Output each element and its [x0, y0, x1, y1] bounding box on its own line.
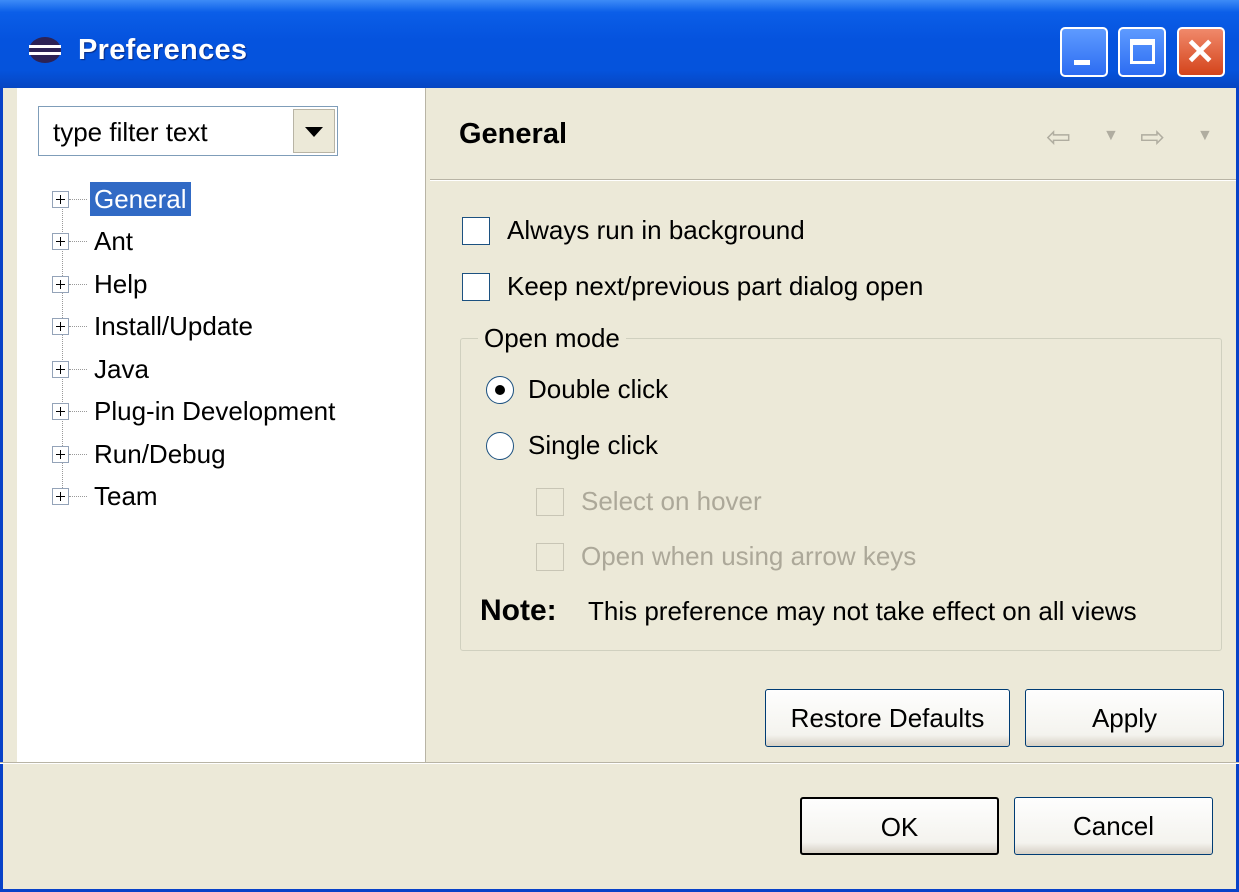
- tree-item-label[interactable]: Java: [90, 352, 153, 386]
- cancel-button[interactable]: Cancel: [1014, 797, 1213, 855]
- expand-icon[interactable]: [52, 446, 69, 463]
- tree-item-label[interactable]: Run/Debug: [90, 437, 230, 471]
- single-click-radio[interactable]: [486, 432, 514, 460]
- chevron-down-icon: [305, 127, 323, 137]
- double-click-radio[interactable]: [486, 376, 514, 404]
- tree-item-label[interactable]: Help: [90, 267, 151, 301]
- expand-icon[interactable]: [52, 276, 69, 293]
- minimize-icon: [1074, 60, 1090, 65]
- forward-arrow-icon[interactable]: ⇨: [1140, 120, 1165, 155]
- close-button[interactable]: ✕: [1177, 27, 1225, 77]
- filter-input[interactable]: type filter text: [53, 117, 208, 148]
- tree-item-label[interactable]: Plug-in Development: [90, 394, 339, 428]
- dialog-button-separator: [0, 762, 1239, 764]
- restore-defaults-button[interactable]: Restore Defaults: [765, 689, 1010, 747]
- select-on-hover-label: Select on hover: [581, 486, 762, 516]
- ok-button[interactable]: OK: [800, 797, 999, 855]
- expand-icon[interactable]: [52, 361, 69, 378]
- maximize-button[interactable]: [1118, 27, 1166, 77]
- select-on-hover-checkbox[interactable]: [536, 488, 564, 516]
- maximize-icon: [1130, 39, 1155, 64]
- open-with-arrow-keys-label: Open when using arrow keys: [581, 541, 917, 571]
- double-click-label[interactable]: Double click: [528, 374, 668, 405]
- filter-combo[interactable]: type filter text: [38, 106, 338, 156]
- filter-dropdown-button[interactable]: [293, 109, 335, 153]
- expand-icon[interactable]: [52, 318, 69, 335]
- forward-dropdown-icon[interactable]: ▼: [1197, 127, 1213, 145]
- tree-item-label[interactable]: Ant: [90, 224, 137, 258]
- single-click-label[interactable]: Single click: [528, 430, 658, 461]
- apply-button[interactable]: Apply: [1025, 689, 1224, 747]
- keep-dialog-open-checkbox[interactable]: [462, 273, 490, 301]
- always-run-in-background-label[interactable]: Always run in background: [507, 215, 805, 246]
- back-dropdown-icon[interactable]: ▼: [1103, 127, 1119, 145]
- eclipse-logo-icon: [29, 37, 61, 63]
- open-mode-group-title: Open mode: [478, 323, 626, 354]
- back-arrow-icon[interactable]: ⇦: [1046, 120, 1071, 155]
- expand-icon[interactable]: [52, 488, 69, 505]
- minimize-button[interactable]: [1060, 27, 1108, 77]
- note-text: This preference may not take effect on a…: [588, 596, 1137, 626]
- tree-item-label[interactable]: Install/Update: [90, 309, 257, 343]
- page-title: General: [459, 118, 567, 150]
- window-title: Preferences: [78, 34, 248, 66]
- expand-icon[interactable]: [52, 191, 69, 208]
- title-bar[interactable]: Preferences ✕: [0, 0, 1239, 88]
- tree-item-label[interactable]: General: [90, 182, 191, 216]
- expand-icon[interactable]: [52, 403, 69, 420]
- close-icon: ✕: [1185, 31, 1216, 72]
- open-with-arrow-keys-checkbox[interactable]: [536, 543, 564, 571]
- always-run-in-background-checkbox[interactable]: [462, 217, 490, 245]
- expand-icon[interactable]: [52, 233, 69, 250]
- tree-item-label[interactable]: Team: [90, 479, 162, 513]
- keep-dialog-open-label[interactable]: Keep next/previous part dialog open: [507, 271, 923, 302]
- note-label: Note:: [480, 594, 557, 627]
- header-separator: [430, 179, 1236, 181]
